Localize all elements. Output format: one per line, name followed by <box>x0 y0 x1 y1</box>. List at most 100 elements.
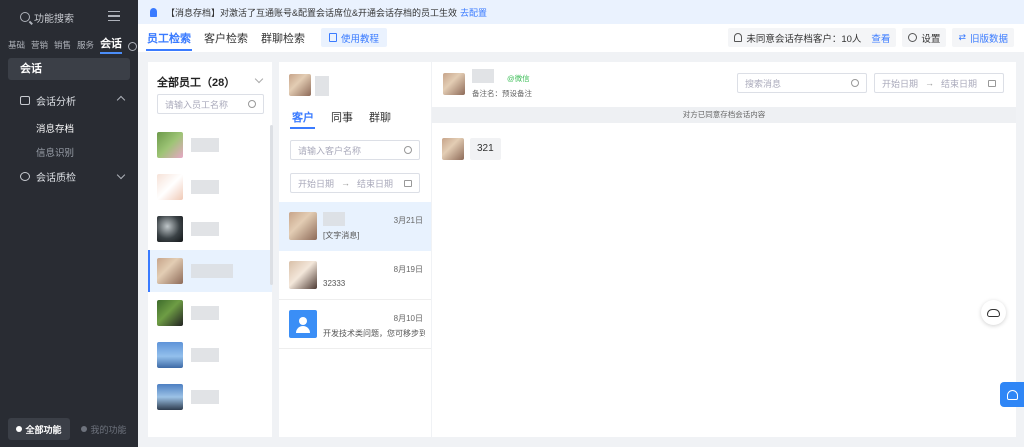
active-tab-indicator <box>146 49 192 51</box>
contact-name-blurred <box>472 69 494 83</box>
employee-row[interactable] <box>148 124 272 166</box>
quality-check-icon <box>20 171 30 181</box>
avatar <box>442 138 464 160</box>
tutorial-label: 使用教程 <box>341 33 380 45</box>
sidebar-tab-service[interactable]: 服务 <box>77 39 94 54</box>
tab-customer-search[interactable]: 客户检索 <box>204 30 248 46</box>
remark-name: 备注名：预设备注 <box>472 89 532 98</box>
chevron-up-icon <box>116 95 126 105</box>
employee-row-selected[interactable] <box>148 250 272 292</box>
view-link[interactable]: 查看 <box>871 31 890 45</box>
chat-date-range[interactable]: 开始日期 → 结束日期 <box>290 173 420 193</box>
customer-search-input[interactable]: 请输入客户名称 <box>290 140 420 160</box>
employee-search-placeholder: 请输入员工名称 <box>165 99 229 110</box>
switch-icon: ⇄ <box>958 32 966 42</box>
tab-colleagues[interactable]: 同事 <box>331 109 353 125</box>
search-icon[interactable] <box>851 79 859 87</box>
avatar <box>157 132 183 158</box>
message-panel: @微信 备注名：预设备注 搜索消息 开始日期 → 结束日期 对方已同意存档会话内… <box>432 62 1016 437</box>
old-data-label: 旧版数据 <box>969 33 1008 45</box>
employee-name-blurred <box>191 348 219 362</box>
chevron-down-icon[interactable] <box>254 74 264 84</box>
tutorial-button[interactable]: 使用教程 <box>321 28 388 47</box>
customer-search-placeholder: 请输入客户名称 <box>298 145 362 156</box>
download-button[interactable] <box>981 300 1006 325</box>
notice-bar: 【消息存档】对激活了互通账号&配置会话席位&开通会话存档的员工生效 去配置 <box>138 0 1024 24</box>
contact-name-blurred <box>323 212 345 226</box>
chevron-down-icon <box>116 170 126 179</box>
employee-row[interactable] <box>148 334 272 376</box>
sidebar-group-conversation-qc[interactable]: 会话质检 <box>20 167 126 185</box>
chat-preview: 32333 <box>323 279 346 288</box>
tab-customers[interactable]: 客户 <box>292 109 314 125</box>
gear-icon <box>908 33 918 42</box>
employee-row[interactable] <box>148 376 272 418</box>
message-date-range[interactable]: 开始日期 → 结束日期 <box>874 73 1004 93</box>
date-end-placeholder: 结束日期 <box>357 178 394 189</box>
chat-analysis-icon <box>20 95 30 105</box>
header-actions: 未同意会话存档客户：10人 查看 设置 ⇄ 旧版数据 <box>728 28 1014 47</box>
notice-config-link[interactable]: 去配置 <box>460 6 487 19</box>
chat-date: 8月19日 <box>393 265 423 274</box>
avatar <box>289 212 317 240</box>
search-icon[interactable] <box>248 100 256 108</box>
sidebar-section-conversation: 会话 <box>8 58 130 80</box>
customer-service-button[interactable] <box>1000 382 1024 407</box>
sidebar-bottom-bar: 全部功能 我的功能 <box>8 418 134 440</box>
unagreed-customers-box: 未同意会话存档客户：10人 查看 <box>728 28 897 47</box>
tab-group-chats[interactable]: 群聊 <box>369 109 391 125</box>
sidebar-tab-conversation[interactable]: 会话 <box>100 35 123 54</box>
page-header: 员工检索 客户检索 群聊检索 使用教程 未同意会话存档客户：10人 查看 设置 … <box>138 24 1024 52</box>
employee-name-blurred <box>191 222 219 236</box>
settings-button[interactable]: 设置 <box>902 28 947 47</box>
chat-list-item[interactable]: 8月10日 开发技术类问题，您可移步到... <box>279 300 431 349</box>
employee-list-scrollbar[interactable] <box>270 125 273 285</box>
employee-row[interactable] <box>148 292 272 334</box>
avatar <box>157 258 183 284</box>
employee-name-blurred <box>191 264 233 278</box>
menu-icon[interactable] <box>108 11 120 21</box>
sidebar-tab-sales[interactable]: 销售 <box>54 39 71 54</box>
sidebar-item-message-archive[interactable]: 消息存档 <box>36 121 74 135</box>
search-icon <box>20 12 30 22</box>
employee-name-blurred <box>191 390 219 404</box>
active-tab-indicator <box>290 127 315 129</box>
function-search-label: 功能搜索 <box>34 13 74 25</box>
old-data-button[interactable]: ⇄ 旧版数据 <box>952 28 1014 47</box>
book-icon <box>329 33 337 42</box>
tab-group-search[interactable]: 群聊检索 <box>261 30 305 46</box>
settings-label: 设置 <box>921 33 941 45</box>
date-start-placeholder: 开始日期 <box>298 178 335 189</box>
chat-list-item-selected[interactable]: 3月21日 [文字消息] <box>279 202 431 251</box>
employee-row[interactable] <box>148 166 272 208</box>
employee-panel: 全部员工（28） 请输入员工名称 <box>148 62 273 437</box>
sidebar-group-label: 会话质检 <box>36 172 76 184</box>
avatar <box>157 384 183 410</box>
sidebar-item-info-recognition[interactable]: 信息识别 <box>36 145 74 159</box>
calendar-icon <box>988 80 996 87</box>
chat-date: 8月10日 <box>393 314 423 323</box>
user-icon <box>81 426 88 432</box>
avatar <box>157 174 183 200</box>
avatar <box>157 300 183 326</box>
sidebar-tab-basic[interactable]: 基础 <box>8 39 25 54</box>
message-search-input[interactable]: 搜索消息 <box>737 73 867 93</box>
all-functions-button[interactable]: 全部功能 <box>8 418 70 440</box>
cloud-download-icon <box>987 308 1000 317</box>
sidebar-tab-marketing[interactable]: 营销 <box>31 39 48 54</box>
notice-text: 【消息存档】对激活了互通账号&配置会话席位&开通会话存档的员工生效 <box>166 7 458 18</box>
my-functions-button[interactable]: 我的功能 <box>74 418 134 440</box>
headset-icon <box>1006 389 1018 400</box>
search-icon[interactable] <box>404 146 412 154</box>
chat-list-item[interactable]: 8月19日 32333 <box>279 251 431 300</box>
left-sidebar: 功能搜索 基础 营销 销售 服务 会话 会话 会话分析 消息存档 信息识别 会话… <box>0 0 138 447</box>
avatar <box>443 73 465 95</box>
tab-employee-search[interactable]: 员工检索 <box>147 30 191 46</box>
employee-name-blurred <box>191 180 219 194</box>
employee-row[interactable] <box>148 208 272 250</box>
sidebar-group-conversation-analysis[interactable]: 会话分析 <box>20 91 126 109</box>
calendar-icon <box>404 180 412 187</box>
chat-preview: [文字消息] <box>323 231 360 240</box>
gear-icon[interactable] <box>128 42 138 51</box>
employee-search-input[interactable]: 请输入员工名称 <box>157 94 264 114</box>
